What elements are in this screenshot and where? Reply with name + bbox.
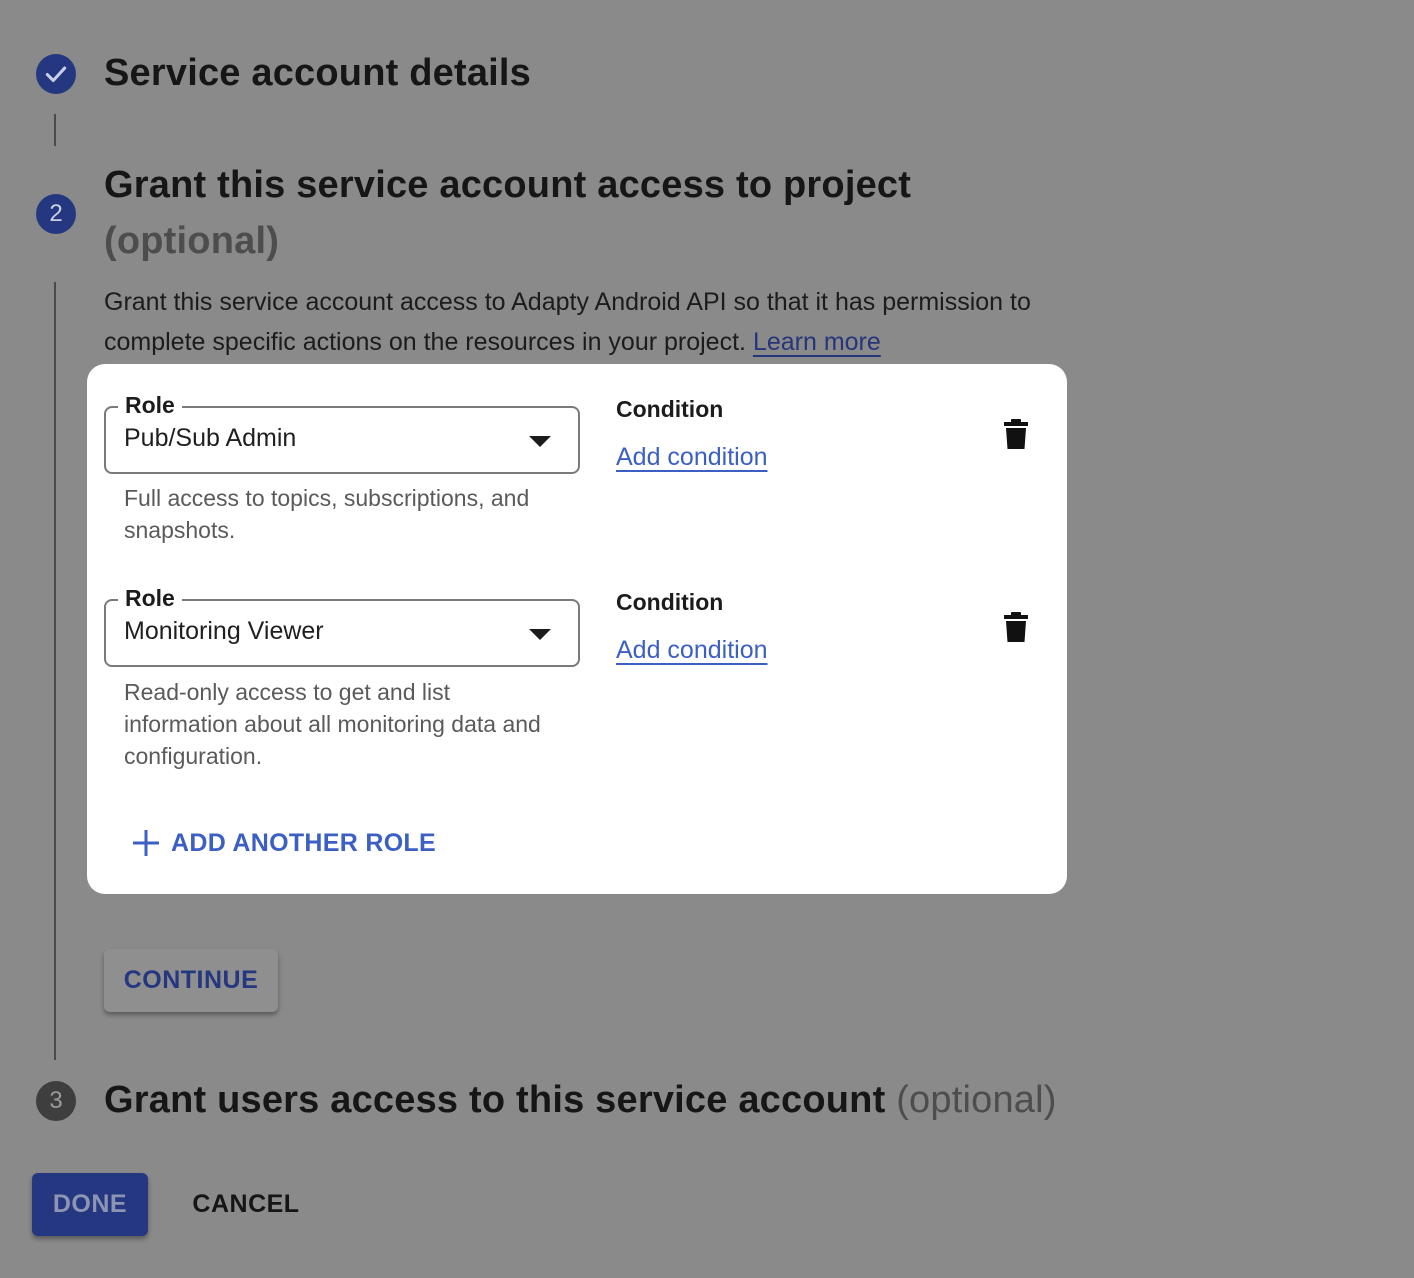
role-value-1: Pub/Sub Admin xyxy=(124,424,297,452)
role-select-1[interactable]: Role Pub/Sub Admin xyxy=(104,388,580,474)
roles-card: Role Pub/Sub Admin Full access to topics… xyxy=(87,364,1067,894)
add-another-role-button[interactable]: ADD ANOTHER ROLE xyxy=(131,828,436,858)
role-help-2: Read-only access to get and list informa… xyxy=(124,679,541,769)
step-3-number: 3 xyxy=(49,1087,63,1114)
step-connector-2 xyxy=(54,282,56,1060)
role-select-2[interactable]: Role Monitoring Viewer xyxy=(104,581,580,667)
dropdown-arrow-icon[interactable] xyxy=(529,629,551,640)
description-text: Grant this service account access to Ada… xyxy=(104,288,1031,356)
trash-icon xyxy=(1004,419,1028,449)
delete-role-button-1[interactable] xyxy=(997,415,1035,453)
delete-role-button-2[interactable] xyxy=(997,608,1035,646)
add-another-role-label: ADD ANOTHER ROLE xyxy=(171,828,436,857)
plus-icon xyxy=(133,830,159,856)
step-connector-1 xyxy=(54,114,56,146)
step-3-title-text: Grant users access to this service accou… xyxy=(104,1079,886,1121)
dropdown-arrow-icon[interactable] xyxy=(529,436,551,447)
cancel-button[interactable]: CANCEL xyxy=(180,1173,312,1236)
step-3-optional: (optional) xyxy=(896,1079,1057,1121)
role-label-1: Role xyxy=(118,388,182,422)
condition-title-2: Condition xyxy=(616,589,724,615)
step-1-title: Service account details xyxy=(104,52,532,94)
continue-button[interactable]: CONTINUE xyxy=(104,949,278,1012)
role-label-2: Role xyxy=(118,581,182,615)
done-button[interactable]: DONE xyxy=(32,1173,148,1236)
step-1-complete-indicator xyxy=(36,54,76,94)
learn-more-link[interactable]: Learn more xyxy=(753,328,881,356)
role-help-1: Full access to topics, subscriptions, an… xyxy=(124,485,530,543)
condition-title-1: Condition xyxy=(616,396,724,422)
role-value-2: Monitoring Viewer xyxy=(124,617,324,645)
step-2-optional: (optional) xyxy=(104,220,280,262)
step-2-title-text: Grant this service account access to pro… xyxy=(104,164,912,206)
step-2-description: Grant this service account access to Ada… xyxy=(104,282,1064,362)
step-2-title: Grant this service account access to pro… xyxy=(104,157,924,269)
step-3-title: Grant users access to this service accou… xyxy=(104,1072,1104,1128)
add-condition-link-1[interactable]: Add condition xyxy=(616,443,768,472)
check-icon xyxy=(45,66,67,83)
step-3-indicator: 3 xyxy=(36,1081,76,1121)
add-condition-link-2[interactable]: Add condition xyxy=(616,636,768,665)
step-2-indicator: 2 xyxy=(36,194,76,234)
trash-icon xyxy=(1004,612,1028,642)
step-2-number: 2 xyxy=(49,200,63,227)
